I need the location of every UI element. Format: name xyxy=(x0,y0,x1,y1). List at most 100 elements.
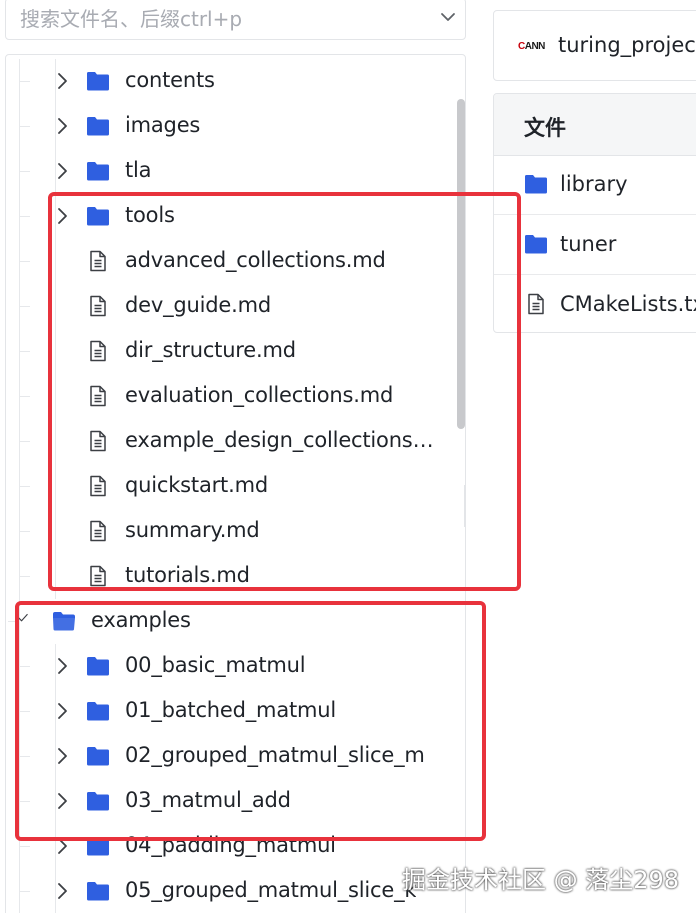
folder-icon xyxy=(86,835,110,857)
chevron-right-icon[interactable] xyxy=(52,836,72,856)
indent-tick xyxy=(20,756,30,757)
indent-tick xyxy=(20,441,30,442)
tree-item-advanced-collections-md[interactable]: advanced_collections.md xyxy=(6,239,456,284)
indent-guide xyxy=(55,554,56,599)
indent-tick xyxy=(20,666,30,667)
search-box[interactable] xyxy=(5,0,466,40)
tree-item-dir-structure-md[interactable]: dir_structure.md xyxy=(6,329,456,374)
folder-icon xyxy=(86,880,110,902)
chevron-right-icon[interactable] xyxy=(52,701,72,721)
files-header: 文件 xyxy=(494,94,696,156)
indent-tick xyxy=(20,531,30,532)
search-input[interactable] xyxy=(20,7,420,31)
tree-item-label: tla xyxy=(125,158,152,182)
tree-item-images[interactable]: images xyxy=(6,104,456,149)
indent-guide xyxy=(55,509,56,554)
tree-item-tutorials-md[interactable]: tutorials.md xyxy=(6,554,456,599)
chevron-right-icon[interactable] xyxy=(52,746,72,766)
file-row-label: CMakeLists.txt xyxy=(560,292,696,316)
tree-item-label: dir_structure.md xyxy=(125,338,296,362)
tree-item-contents[interactable]: contents xyxy=(6,59,456,104)
folder-icon xyxy=(86,115,110,137)
tree-item-label: 04_padding_matmul xyxy=(125,833,336,857)
tree-item-label: dev_guide.md xyxy=(125,293,271,317)
tree-item-01-batched-matmul[interactable]: 01_batched_matmul xyxy=(6,689,456,734)
indent-tick xyxy=(20,126,30,127)
folder-open-icon xyxy=(52,610,76,632)
indent-tick xyxy=(20,576,30,577)
file-icon xyxy=(86,340,110,362)
indent-tick xyxy=(20,891,30,892)
tree-item-02-grouped-matmul-slice-m[interactable]: 02_grouped_matmul_slice_m xyxy=(6,734,456,779)
indent-guide xyxy=(55,284,56,329)
folder-icon xyxy=(86,745,110,767)
file-row-library[interactable]: library xyxy=(494,156,696,215)
project-card[interactable]: CANN turing_project xyxy=(493,10,696,81)
folder-icon xyxy=(524,173,548,195)
chevron-down-icon[interactable] xyxy=(438,7,458,27)
file-icon xyxy=(86,295,110,317)
indent-tick xyxy=(20,261,30,262)
tree-item-label: 02_grouped_matmul_slice_m xyxy=(125,743,425,767)
indent-tick xyxy=(20,801,30,802)
folder-icon xyxy=(86,655,110,677)
folder-icon xyxy=(86,205,110,227)
tree-item-label: advanced_collections.md xyxy=(125,248,386,272)
tree-item-label: example_design_collections.md xyxy=(125,428,436,452)
chevron-right-icon[interactable] xyxy=(52,656,72,676)
check-icon[interactable] xyxy=(16,611,30,631)
file-row-label: library xyxy=(560,172,628,196)
chevron-right-icon[interactable] xyxy=(52,206,72,226)
tree-item-tools[interactable]: tools xyxy=(6,194,456,239)
scrollbar-track xyxy=(464,485,465,527)
indent-tick xyxy=(20,81,30,82)
file-icon xyxy=(524,293,548,315)
file-row-cmakelists-txt[interactable]: CMakeLists.txt xyxy=(494,276,696,332)
tree-item-summary-md[interactable]: summary.md xyxy=(6,509,456,554)
files-header-label: 文件 xyxy=(524,116,566,140)
tree-item-tla[interactable]: tla xyxy=(6,149,456,194)
file-icon xyxy=(86,520,110,542)
indent-guide xyxy=(55,329,56,374)
chevron-right-icon[interactable] xyxy=(52,791,72,811)
file-row-label: tuner xyxy=(560,232,617,256)
tree-item-label: 03_matmul_add xyxy=(125,788,291,812)
folder-icon xyxy=(86,700,110,722)
chevron-right-icon[interactable] xyxy=(52,161,72,181)
indent-guide xyxy=(55,374,56,419)
tree-item-00-basic-matmul[interactable]: 00_basic_matmul xyxy=(6,644,456,689)
tree-item-label: tutorials.md xyxy=(125,563,250,587)
tree-item-quickstart-md[interactable]: quickstart.md xyxy=(6,464,456,509)
tree-item-evaluation-collections-md[interactable]: evaluation_collections.md xyxy=(6,374,456,419)
tree-item-dev-guide-md[interactable]: dev_guide.md xyxy=(6,284,456,329)
tree-item-label: 05_grouped_matmul_slice_k xyxy=(125,878,417,902)
tree-scrollbar[interactable] xyxy=(457,99,465,429)
indent-guide xyxy=(55,239,56,284)
indent-tick xyxy=(20,711,30,712)
file-row-tuner[interactable]: tuner xyxy=(494,216,696,275)
indent-tick xyxy=(20,486,30,487)
tree-item-05-grouped-matmul-slice-k[interactable]: 05_grouped_matmul_slice_k xyxy=(6,869,456,913)
tree-item-label: 00_basic_matmul xyxy=(125,653,306,677)
chevron-right-icon[interactable] xyxy=(52,116,72,136)
indent-guide xyxy=(55,419,56,464)
files-panel: 文件 library tuner CMakeLists.txt xyxy=(493,93,696,333)
indent-tick xyxy=(20,171,30,172)
indent-tick xyxy=(20,216,30,217)
tree-item-label: examples xyxy=(91,608,191,632)
tree-item-03-matmul-add[interactable]: 03_matmul_add xyxy=(6,779,456,824)
tree-item-label: images xyxy=(125,113,201,137)
folder-icon xyxy=(86,70,110,92)
tree-item-04-padding-matmul[interactable]: 04_padding_matmul xyxy=(6,824,456,869)
chevron-right-icon[interactable] xyxy=(52,71,72,91)
tree-item-examples[interactable]: examples xyxy=(6,599,456,644)
indent-tick xyxy=(20,306,30,307)
project-name[interactable]: turing_project xyxy=(558,33,696,57)
tree-item-example-design-collections-md[interactable]: example_design_collections.md xyxy=(6,419,456,464)
folder-icon xyxy=(86,790,110,812)
file-icon xyxy=(86,475,110,497)
chevron-right-icon[interactable] xyxy=(52,881,72,901)
tree-item-label: tools xyxy=(125,203,175,227)
file-icon xyxy=(86,385,110,407)
tree-item-label: quickstart.md xyxy=(125,473,268,497)
